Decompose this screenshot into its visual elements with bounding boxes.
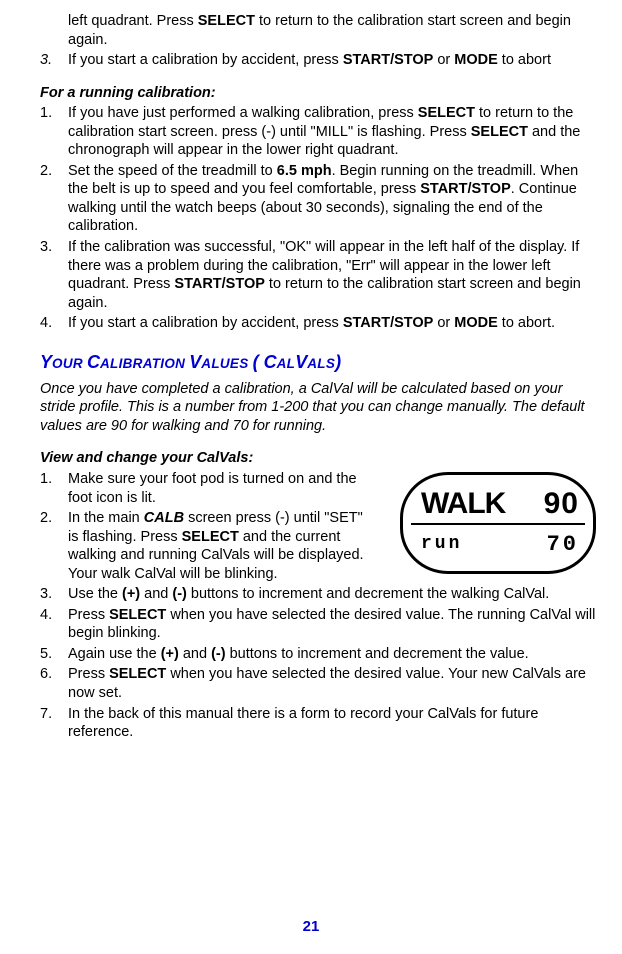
item-3-text: If you start a calibration by accident, … [68,51,600,70]
c2-text: In the main CALB screen press (-) until … [68,509,368,583]
num-5: 5. [40,645,68,664]
num-2: 2. [40,162,68,236]
num-3: 3. [40,238,68,312]
lcd-run-value: 70 [547,531,579,559]
list-item: 2. In the main CALB screen press (-) unt… [40,509,390,583]
c7-text: In the back of this manual there is a fo… [68,705,600,742]
c6-text: Press SELECT when you have selected the … [68,665,600,702]
num-3: 3. [40,585,68,604]
list-item: 1. Make sure your foot pod is turned on … [40,470,390,507]
c1-text: Make sure your foot pod is turned on and… [68,470,368,507]
num-4: 4. [40,314,68,333]
num-7: 7. [40,705,68,742]
list-item: 2. Set the speed of the treadmill to 6.5… [40,162,600,236]
num-3: 3. [40,51,68,70]
c5-text: Again use the (+) and (-) buttons to inc… [68,645,600,664]
page-number: 21 [0,917,622,936]
list-item: 1. If you have just performed a walking … [40,104,600,160]
calvals-section-title: YOUR CALIBRATION VALUES ( CALVALS) [40,351,600,374]
list-item: 3. If the calibration was successful, "O… [40,238,600,312]
r4-text: If you start a calibration by accident, … [68,314,600,333]
c3-text: Use the (+) and (-) buttons to increment… [68,585,600,604]
num-1: 1. [40,470,68,507]
item-3-abort: 3. If you start a calibration by acciden… [40,51,600,70]
lcd-walk-value: 90 [544,485,579,523]
lcd-bottom-row: run 70 [421,531,579,559]
list-item: 4. If you start a calibration by acciden… [40,314,600,333]
list-item: 4. Press SELECT when you have selected t… [40,606,600,643]
view-change-heading: View and change your CalVals: [40,449,600,468]
frag-text: left quadrant. Press SELECT to return to… [68,12,600,49]
lcd-walk-label: WALK [421,485,505,523]
lcd-divider [411,523,585,525]
prev-frag-list: left quadrant. Press SELECT to return to… [40,12,600,70]
lcd-top-row: WALK 90 [421,485,579,523]
frag-line: left quadrant. Press SELECT to return to… [40,12,600,49]
list-item: 6. Press SELECT when you have selected t… [40,665,600,702]
r2-text: Set the speed of the treadmill to 6.5 mp… [68,162,600,236]
num-1: 1. [40,104,68,160]
r1-text: If you have just performed a walking cal… [68,104,600,160]
num-2: 2. [40,509,68,583]
num-4: 4. [40,606,68,643]
watch-display-figure: WALK 90 run 70 [400,472,596,574]
running-calibration-list: 1. If you have just performed a walking … [40,104,600,333]
list-item: 5. Again use the (+) and (-) buttons to … [40,645,600,664]
list-item: 7. In the back of this manual there is a… [40,705,600,742]
num-6: 6. [40,665,68,702]
lcd-run-label: run [421,533,462,556]
running-calibration-heading: For a running calibration: [40,84,600,103]
r3-text: If the calibration was successful, "OK" … [68,238,600,312]
lcd-screen: WALK 90 run 70 [400,472,596,574]
calvals-intro: Once you have completed a calibration, a… [40,380,600,436]
list-item: 3. Use the (+) and (-) buttons to increm… [40,585,600,604]
c4-text: Press SELECT when you have selected the … [68,606,600,643]
